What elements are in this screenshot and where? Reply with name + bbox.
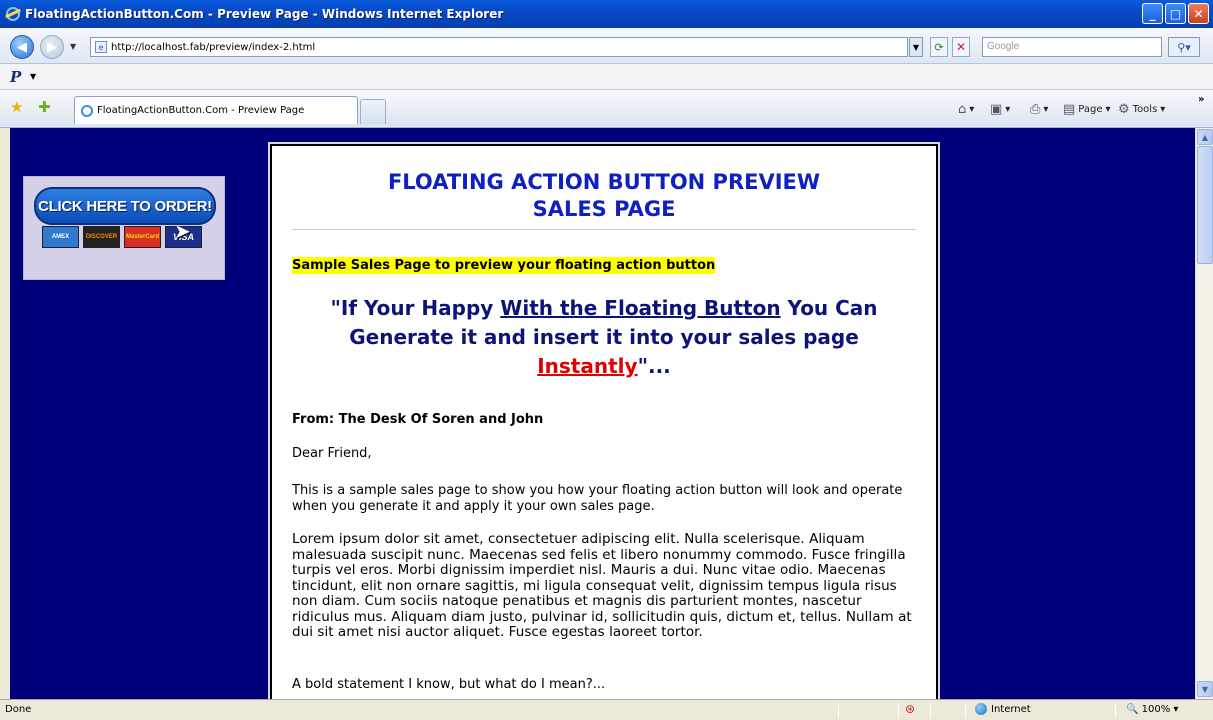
vertical-scrollbar[interactable]: ▲ ▼	[1195, 128, 1213, 699]
tab-bar: ★ ✚ FloatingActionButton.Com - Preview P…	[0, 90, 1213, 128]
back-button[interactable]: ◀	[10, 35, 34, 59]
mastercard-icon: MasterCard	[124, 226, 161, 248]
page-menu[interactable]: ▤ Page ▾	[1063, 102, 1111, 117]
page-icon: e	[95, 41, 107, 53]
address-url[interactable]: http://localhost.fab/preview/index-2.htm…	[111, 42, 315, 53]
zoom-control[interactable]: 🔍 100% ▾	[1126, 704, 1178, 715]
bold-statement-paragraph: A bold statement I know, but what do I m…	[292, 677, 606, 692]
close-button[interactable]: ✕	[1188, 3, 1209, 24]
add-favorites-icon[interactable]: ✚	[38, 98, 51, 116]
favorites-star-icon[interactable]: ★	[10, 98, 23, 116]
print-icon: ⎙	[1030, 102, 1041, 117]
feeds-button[interactable]: ▣ ▾	[990, 102, 1010, 117]
home-icon: ⌂	[958, 102, 967, 117]
tab-preview-page[interactable]: FloatingActionButton.Com - Preview Page	[74, 96, 358, 124]
page-viewport: CLICK HERE TO ORDER! AMEX DISCOVER Maste…	[0, 128, 1213, 699]
subheadline: Sample Sales Page to preview your floati…	[292, 257, 716, 274]
divider	[292, 229, 916, 230]
gear-icon: ⚙	[1118, 102, 1130, 117]
amex-icon: AMEX	[42, 226, 79, 248]
home-button[interactable]: ⌂ ▾	[958, 102, 974, 117]
stop-button[interactable]: ✕	[952, 37, 970, 57]
tools-menu[interactable]: ⚙ Tools ▾	[1118, 102, 1165, 117]
window-titlebar: FloatingActionButton.Com - Preview Page …	[0, 0, 1213, 28]
address-toolbar: ◀ ▶ ▼ e http://localhost.fab/preview/ind…	[0, 28, 1213, 64]
globe-icon	[975, 703, 987, 715]
status-text: Done	[5, 704, 32, 715]
page-title: FLOATING ACTION BUTTON PREVIEW SALES PAG…	[387, 170, 821, 221]
status-bar: Done ⊛ Internet 🔍 100% ▾	[0, 699, 1213, 720]
scroll-down-button[interactable]: ▼	[1197, 681, 1213, 697]
instantly-link[interactable]: Instantly	[537, 354, 637, 378]
from-line: From: The Desk Of Soren and John	[292, 412, 544, 427]
headline: "If Your Happy With the Floating Button …	[330, 296, 878, 378]
feeds-icon: ▣	[990, 102, 1003, 117]
window-controls: _ □ ✕	[1142, 3, 1209, 24]
page-background: CLICK HERE TO ORDER! AMEX DISCOVER Maste…	[10, 128, 1195, 699]
minimize-button[interactable]: _	[1142, 3, 1163, 24]
paypal-toolbar: P ▼	[0, 64, 1213, 90]
intro-paragraph: This is a sample sales page to show you …	[292, 483, 903, 514]
refresh-button[interactable]: ⟳	[930, 37, 948, 57]
scroll-thumb[interactable]	[1197, 146, 1213, 264]
search-icon: ⚲▾	[1177, 40, 1191, 54]
address-dropdown-button[interactable]: ▼	[909, 37, 923, 57]
status-divider	[930, 703, 931, 718]
ie-logo-icon	[6, 7, 20, 21]
status-divider	[1115, 703, 1116, 718]
status-divider	[965, 703, 966, 718]
lorem-paragraph: Lorem ipsum dolor sit amet, consectetuer…	[292, 531, 912, 640]
window-title: FloatingActionButton.Com - Preview Page …	[25, 7, 504, 21]
maximize-button[interactable]: □	[1165, 3, 1186, 24]
status-divider	[838, 703, 839, 718]
page-icon: ▤	[1063, 102, 1076, 117]
headline-link[interactable]: With the Floating Button	[500, 296, 780, 320]
address-bar[interactable]: e http://localhost.fab/preview/index-2.h…	[90, 37, 908, 57]
new-tab-button[interactable]	[360, 99, 386, 124]
scroll-up-button[interactable]: ▲	[1197, 129, 1213, 145]
zone-label: Internet	[991, 703, 1031, 715]
chevron-right-icon[interactable]: »	[1198, 94, 1204, 105]
discover-icon: DISCOVER	[83, 226, 120, 248]
forward-button[interactable]: ▶	[40, 35, 64, 59]
floating-action-button[interactable]: CLICK HERE TO ORDER! AMEX DISCOVER Maste…	[23, 176, 225, 280]
status-divider	[898, 703, 899, 718]
hand-cursor-icon: ➤	[174, 219, 191, 243]
paypal-logo-icon[interactable]: P	[10, 68, 21, 86]
sales-page: FLOATING ACTION BUTTON PREVIEW SALES PAG…	[268, 142, 940, 699]
tab-label: FloatingActionButton.Com - Preview Page	[97, 105, 305, 116]
popup-blocker-icon[interactable]: ⊛	[905, 702, 915, 716]
tab-favicon-icon	[81, 104, 93, 117]
security-zone[interactable]: Internet	[975, 703, 1031, 715]
search-input[interactable]: Google	[982, 37, 1162, 57]
paypal-dropdown-icon[interactable]: ▼	[30, 72, 36, 81]
print-button[interactable]: ⎙ ▾	[1030, 102, 1048, 117]
search-button[interactable]: ⚲▾	[1168, 37, 1200, 57]
greeting: Dear Friend,	[292, 446, 372, 461]
history-dropdown-icon[interactable]: ▼	[70, 42, 76, 51]
